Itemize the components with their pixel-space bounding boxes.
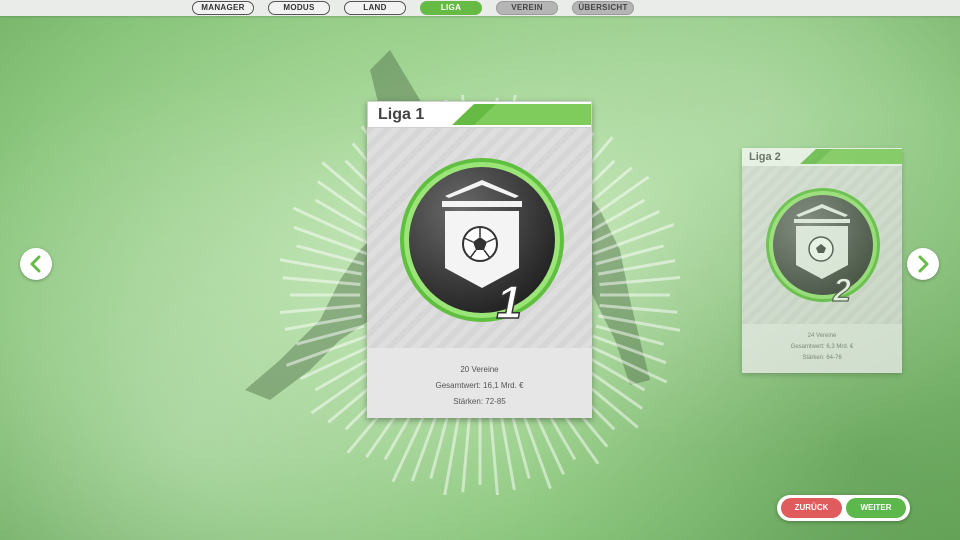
navigation-button-group: ZURÜCK WEITER	[777, 495, 910, 521]
tab-modus[interactable]: MODUS	[268, 1, 330, 15]
league-title: Liga 2	[749, 151, 781, 163]
chevron-right-icon	[918, 255, 929, 273]
league-number: 2	[832, 272, 851, 308]
header-accent-stripe	[800, 149, 902, 164]
tab-manager[interactable]: MANAGER	[192, 1, 254, 15]
league-emblem: 1	[400, 158, 564, 329]
next-league-button[interactable]	[907, 248, 939, 280]
league-card-liga-2[interactable]: Liga 2 2 24 Vereine Gesamtwert: 6,3 Mrd.…	[742, 148, 902, 373]
tab-uebersicht[interactable]: ÜBERSICHT	[572, 1, 634, 15]
league-total-value: Gesamtwert: 16,1 Mrd. €	[435, 381, 524, 390]
tab-verein[interactable]: VEREIN	[496, 1, 558, 15]
league-number: 1	[496, 276, 522, 328]
previous-league-button[interactable]	[20, 248, 52, 280]
tab-land[interactable]: LAND	[344, 1, 406, 15]
tab-liga[interactable]: LIGA	[420, 1, 482, 15]
league-card-header: Liga 2	[742, 148, 902, 166]
chevron-left-icon	[30, 255, 41, 273]
league-total-value: Gesamtwert: 6,3 Mrd. €	[790, 344, 854, 350]
league-info: 20 Vereine Gesamtwert: 16,1 Mrd. € Stärk…	[367, 348, 592, 418]
league-emblem-area: 2	[742, 166, 902, 324]
back-button[interactable]: ZURÜCK	[781, 498, 842, 518]
league-emblem-area: 1	[367, 128, 592, 348]
header-accent-stripe	[452, 104, 591, 125]
league-club-count: 20 Vereine	[460, 365, 499, 374]
league-emblem: 2	[766, 188, 880, 309]
league-card-liga-1[interactable]: Liga 1 1 20 Vereine Gesamtwert: 16,1 Mrd…	[367, 101, 592, 418]
league-title: Liga 1	[378, 106, 425, 123]
league-strengths: Stärken: 72-85	[453, 397, 506, 406]
league-card-header: Liga 1	[367, 101, 592, 128]
next-button[interactable]: WEITER	[846, 498, 906, 518]
league-club-count: 24 Vereine	[807, 333, 837, 339]
league-info: 24 Vereine Gesamtwert: 6,3 Mrd. € Stärke…	[742, 324, 902, 373]
step-navigation: MANAGER MODUS LAND LIGA VEREIN ÜBERSICHT	[0, 0, 960, 16]
league-strengths: Stärken: 64-76	[802, 355, 842, 361]
